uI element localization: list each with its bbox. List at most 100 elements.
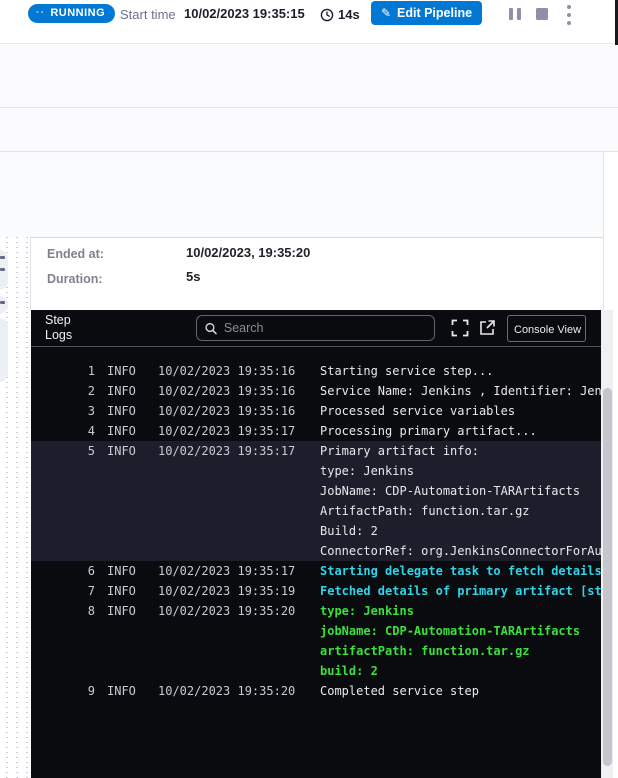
log-message-line: Processed service variables (320, 401, 601, 421)
pause-icon[interactable] (509, 8, 521, 20)
log-level: INFO (107, 561, 146, 581)
log-message-line: JobName: CDP-Automation-TARArtifacts (320, 481, 601, 501)
log-message-line: type: Jenkins (320, 601, 601, 621)
log-message-line: ArtifactPath: function.tar.gz (320, 501, 601, 521)
pipeline-node-partial[interactable] (0, 296, 8, 314)
log-message-line: Processing primary artifact... (320, 421, 601, 441)
log-row: 1 INFO 10/02/2023 19:35:16 Starting service… (31, 361, 601, 381)
log-line-number: 5 (31, 441, 95, 461)
log-message-line: Completed service step (320, 681, 601, 701)
log-level: INFO (107, 361, 146, 381)
log-timestamp: 10/02/2023 19:35:16 (158, 401, 308, 421)
log-row: 5 INFO 10/02/2023 19:35:17 Primary artifact… (31, 441, 601, 561)
node-status-mark (0, 301, 5, 304)
step-logs-panel: Step Logs Console View 1 INFO 10/02/2023 1… (31, 310, 601, 778)
log-timestamp: 10/02/2023 19:35:17 (158, 421, 308, 441)
log-row: 3 INFO 10/02/2023 19:35:16 Processed servic… (31, 401, 601, 421)
log-level: INFO (107, 581, 146, 601)
edit-pipeline-label: Edit Pipeline (397, 6, 472, 20)
log-line-number: 2 (31, 381, 95, 401)
clock-icon (320, 8, 334, 22)
step-details-card: Ended at: 10/02/2023, 19:35:20 Duration:… (30, 238, 603, 310)
account-bar: kanika.mittal@harness.io (0, 45, 618, 108)
log-row: 6 INFO 10/02/2023 19:35:17 Starting delegat… (31, 561, 601, 581)
log-timestamp: 10/02/2023 19:35:20 (158, 681, 308, 701)
step-logs-title: Step Logs (45, 313, 87, 343)
vertical-scrollbar[interactable] (601, 310, 613, 778)
log-lines-container[interactable]: 1 INFO 10/02/2023 19:35:16 Starting service… (31, 347, 601, 701)
log-message-line: Primary artifact info: (320, 441, 601, 461)
log-line-number: 8 (31, 601, 95, 621)
log-message-line: Starting service step... (320, 361, 601, 381)
open-in-new-icon[interactable] (478, 319, 496, 337)
fullscreen-icon[interactable] (451, 319, 469, 337)
log-message: Completed service step (320, 681, 601, 701)
log-message-line: type: Jenkins (320, 461, 601, 481)
stop-icon[interactable] (536, 8, 548, 20)
log-level: INFO (107, 381, 146, 401)
log-message-line: artifactPath: function.tar.gz (320, 641, 601, 661)
node-status-mark (0, 268, 5, 271)
log-panel-header: Step Logs Console View (31, 310, 601, 347)
pipeline-canvas-area (0, 152, 618, 237)
log-timestamp: 10/02/2023 19:35:16 (158, 381, 308, 401)
log-line-number: 7 (31, 581, 95, 601)
log-line-number: 6 (31, 561, 95, 581)
node-status-mark (0, 256, 5, 259)
log-message-line: ConnectorRef: org.JenkinsConnectorForAu (320, 541, 601, 561)
log-level: INFO (107, 441, 146, 461)
status-badge: ·· RUNNING (28, 4, 115, 23)
log-message: type: JenkinsjobName: CDP-Automation-TAR… (320, 601, 601, 681)
log-row: 8INFO10/02/2023 19:35:20type: Jenkinsjob… (31, 601, 601, 681)
log-row: 2 INFO 10/02/2023 19:35:16 Service Name: Je… (31, 381, 601, 401)
scrollbar-thumb[interactable] (603, 388, 612, 766)
ended-at-value: 10/02/2023, 19:35:20 (186, 245, 310, 260)
log-level: INFO (107, 421, 146, 441)
console-view-bar: Console View (0, 109, 618, 152)
log-timestamp: 10/02/2023 19:35:17 (158, 561, 308, 581)
log-line-number: 9 (31, 681, 95, 701)
log-search-input[interactable] (224, 321, 426, 335)
start-time-value: 10/02/2023 19:35:15 (184, 6, 305, 21)
log-level: INFO (107, 681, 146, 701)
log-message: Starting delegate task to fetch details (320, 561, 601, 581)
log-message-line: build: 2 (320, 661, 601, 681)
pipeline-node-partial[interactable] (0, 318, 8, 382)
log-row: 9 INFO 10/02/2023 19:35:20 Completed servic… (31, 681, 601, 701)
pencil-icon: ✎ (381, 7, 391, 19)
log-message-line: jobName: CDP-Automation-TARArtifacts (320, 621, 601, 641)
log-message: Starting service step... (320, 361, 601, 381)
elapsed-time: 14s (338, 7, 360, 22)
log-search-box[interactable] (196, 315, 435, 341)
console-view-button[interactable]: Console View (507, 315, 586, 342)
log-message-line: Service Name: Jenkins , Identifier: Jen (320, 381, 601, 401)
log-message: Primary artifact info:type: JenkinsJobNa… (320, 441, 601, 561)
execution-header-bar: ·· RUNNING Start time 10/02/2023 19:35:1… (0, 0, 618, 44)
log-level: INFO (107, 401, 146, 421)
running-spinner-icon: ·· (36, 8, 45, 19)
pipeline-graph-strip (0, 237, 30, 778)
log-timestamp: 10/02/2023 19:35:19 (158, 581, 308, 601)
log-timestamp: 10/02/2023 19:35:16 (158, 361, 308, 381)
edit-pipeline-button[interactable]: ✎ Edit Pipeline (371, 1, 482, 25)
log-message: Fetched details of primary artifact [st (320, 581, 601, 601)
log-line-number: 1 (31, 361, 95, 381)
log-timestamp: 10/02/2023 19:35:20 (158, 601, 308, 621)
log-timestamp: 10/02/2023 19:35:17 (158, 441, 308, 461)
status-badge-label: RUNNING (50, 8, 105, 19)
search-icon (205, 322, 217, 335)
duration-label: Duration: (47, 272, 103, 286)
log-message: Service Name: Jenkins , Identifier: Jen (320, 381, 601, 401)
log-message-line: Fetched details of primary artifact [st (320, 581, 601, 601)
start-time-label: Start time (120, 7, 176, 22)
log-message-line: Build: 2 (320, 521, 601, 541)
log-message: Processed service variables (320, 401, 601, 421)
log-message: Processing primary artifact... (320, 421, 601, 441)
ended-at-label: Ended at: (47, 247, 104, 261)
log-row: 4 INFO 10/02/2023 19:35:17 Processing prima… (31, 421, 601, 441)
log-message-line: Starting delegate task to fetch details (320, 561, 601, 581)
log-line-number: 4 (31, 421, 95, 441)
duration-value: 5s (186, 269, 200, 284)
kebab-menu-icon[interactable] (567, 5, 571, 29)
log-line-number: 3 (31, 401, 95, 421)
